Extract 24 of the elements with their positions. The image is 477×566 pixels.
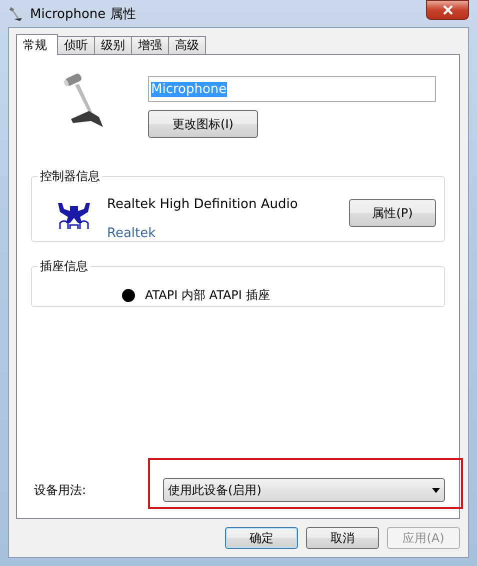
device-usage-label: 设备用法: [33,482,88,498]
tab[interactable]: 级别 [94,36,132,54]
tab[interactable]: 高级 [168,36,206,54]
jack-label: ATAPI 内部 ATAPI 插座 [145,287,270,304]
group-heading: 控制器信息 [39,168,101,185]
group-heading: 插座信息 [39,258,89,275]
window-title: Microphone 属性 [30,6,137,22]
jack-dot-icon [122,289,135,302]
tab[interactable]: 侦听 [57,36,95,54]
close-icon [442,4,454,14]
device-usage-dropdown[interactable]: 使用此设备(启用) [163,478,445,502]
vendor-link[interactable]: Realtek [107,226,156,241]
properties-button[interactable]: 属性(P) [349,199,436,227]
microphone-icon [8,6,24,22]
tab[interactable]: 常规 [16,34,58,55]
microphone-icon [61,73,105,127]
close-button[interactable] [426,0,469,20]
dialog-button[interactable]: 取消 [306,527,379,549]
tab[interactable]: 增强 [131,36,169,54]
crab-logo-icon [56,201,92,231]
change-icon-button[interactable]: 更改图标(I) [148,110,258,138]
dialog-button[interactable]: 确定 [225,527,298,549]
dropdown-arrow-icon [432,488,440,492]
device-name: Realtek High Definition Audio [107,197,299,212]
